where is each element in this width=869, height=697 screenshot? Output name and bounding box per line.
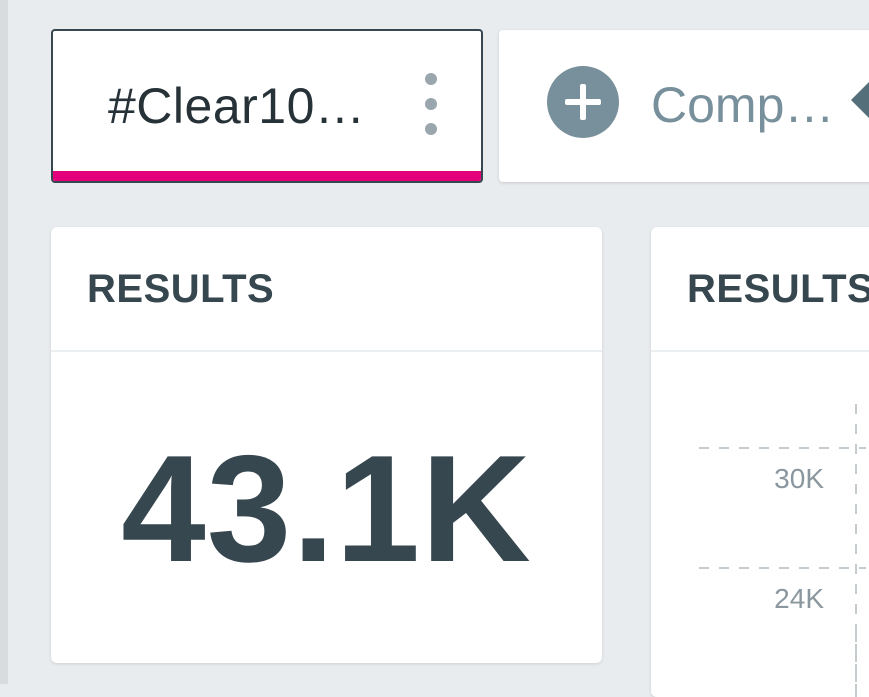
chart-svg: 30K 24K <box>699 404 866 697</box>
results-chart: 30K 24K <box>651 352 869 697</box>
card-title: RESULTS <box>687 267 869 311</box>
results-card: RESULTS 43.1K <box>51 227 602 663</box>
tab-compose[interactable]: Comp… <box>499 30 869 182</box>
card-title: RESULTS <box>87 267 275 311</box>
card-header: RESULTS <box>651 227 869 352</box>
y-tick-label: 30K <box>774 463 824 494</box>
y-tick-label: 24K <box>774 583 824 614</box>
tab-clear10[interactable]: #Clear10… <box>51 29 483 183</box>
more-vert-icon[interactable] <box>421 71 441 137</box>
results-value: 43.1K <box>121 424 532 594</box>
pointer-icon <box>851 80 869 120</box>
active-tab-indicator <box>53 171 481 181</box>
tab-label: Comp… <box>651 77 835 133</box>
card-header: RESULTS <box>51 227 602 352</box>
results-chart-card: RESULTS 30K 24K <box>651 227 869 697</box>
tab-label: #Clear10… <box>108 78 366 134</box>
left-edge <box>0 0 8 684</box>
plus-circle-icon[interactable] <box>547 66 619 138</box>
